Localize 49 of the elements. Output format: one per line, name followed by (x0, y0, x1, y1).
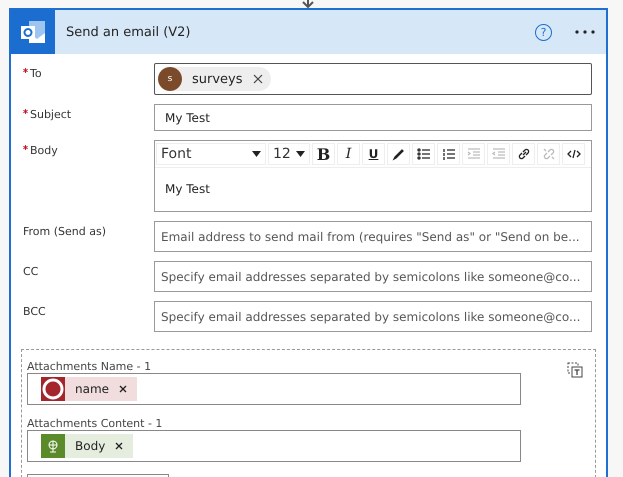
code-icon (566, 147, 580, 161)
attachment-field[interactable]: Body (27, 430, 521, 462)
link-icon (516, 147, 530, 161)
bullet-list-button[interactable] (412, 143, 435, 165)
text-field[interactable]: Email address to send mail from (requires "Send as" or "Send on be... (154, 221, 592, 252)
field-label: From (Send as) (23, 224, 108, 240)
font-dropdown[interactable]: Font (156, 143, 266, 165)
italic-button[interactable]: I (337, 143, 360, 165)
field-label: To (23, 63, 154, 95)
unlink-icon (542, 147, 556, 161)
field-label: Attachments Content - 1 (27, 417, 164, 430)
close-icon[interactable] (115, 442, 124, 450)
rich-text-editor[interactable]: Font 12 B I U My Test (154, 140, 592, 212)
field-label: Body (23, 140, 154, 212)
text-mode-icon[interactable] (567, 362, 583, 378)
caret-icon (252, 151, 261, 157)
bullet-list-icon (416, 147, 430, 161)
field-label: CC (23, 264, 40, 280)
attachment-field[interactable]: name (27, 373, 521, 405)
card-title: Send an email (V2) (66, 24, 192, 40)
close-icon[interactable] (252, 74, 263, 84)
recipient-chip[interactable]: s surveys (158, 67, 271, 91)
size-dropdown[interactable]: 12 (268, 143, 310, 165)
caret-icon (296, 151, 305, 157)
field-label: Subject (23, 104, 154, 131)
underline-button[interactable]: U (362, 143, 385, 165)
help-button[interactable]: ? (535, 24, 552, 40)
avatar: s (158, 67, 182, 91)
bold-button[interactable]: B (312, 143, 335, 165)
indent-icon (466, 147, 480, 161)
field-label: BCC (23, 304, 47, 320)
more-icon[interactable] (574, 29, 596, 35)
to-field[interactable]: s surveys (154, 63, 592, 95)
numbered-list-button[interactable] (437, 143, 460, 165)
pen-icon (392, 147, 406, 161)
numbered-list-icon (442, 147, 456, 161)
outdent-icon (492, 147, 506, 161)
body-text: My Test (164, 181, 211, 198)
close-icon[interactable] (119, 385, 128, 393)
color-button[interactable] (387, 143, 410, 165)
connector-arrow (302, 0, 314, 8)
text-field[interactable]: My Test (154, 104, 592, 131)
text-field[interactable]: Specify email addresses separated by semicolons like someone@co... (154, 301, 592, 332)
field-label: Attachments Name - 1 (27, 360, 152, 373)
link-button[interactable] (512, 143, 535, 165)
dynamic-token[interactable]: Body (41, 434, 134, 458)
text-field[interactable]: Specify email addresses separated by semicolons like someone@co... (154, 261, 592, 292)
dynamic-token[interactable]: name (41, 377, 138, 401)
code-view-button[interactable] (562, 143, 585, 165)
